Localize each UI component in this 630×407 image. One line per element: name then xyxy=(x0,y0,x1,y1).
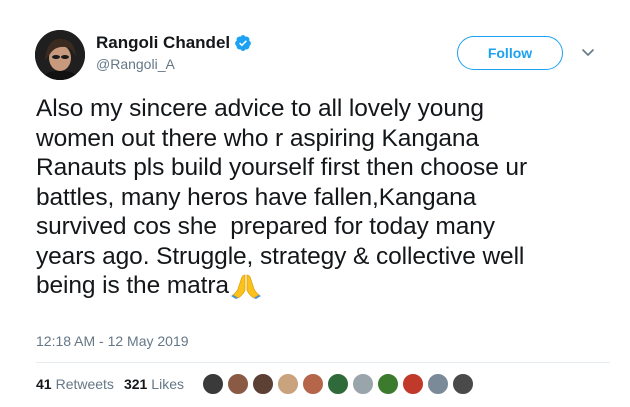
retweets-stat[interactable]: 41 Retweets xyxy=(36,376,114,392)
tweet-line: being is the matra xyxy=(36,272,229,299)
liker-avatar[interactable] xyxy=(202,373,224,395)
chevron-down-icon[interactable] xyxy=(580,44,596,60)
divider xyxy=(36,362,610,363)
liker-avatar[interactable] xyxy=(452,373,474,395)
verified-badge-icon xyxy=(234,34,252,52)
liker-avatar[interactable] xyxy=(302,373,324,395)
tweet-line: survived cos she prepared for today many xyxy=(36,213,495,240)
folded-hands-icon xyxy=(230,271,262,299)
liker-avatar[interactable] xyxy=(227,373,249,395)
liker-avatar[interactable] xyxy=(277,373,299,395)
retweets-label: Retweets xyxy=(55,376,114,392)
tweet-last-line: being is the matra xyxy=(36,271,616,301)
liker-avatars xyxy=(202,373,477,395)
liker-avatar[interactable] xyxy=(402,373,424,395)
tweet-line: Also my sincere advice to all lovely you… xyxy=(36,95,484,122)
retweets-count: 41 xyxy=(36,376,52,392)
tweet-stats: 41 Retweets 321 Likes xyxy=(36,376,194,392)
likes-count: 321 xyxy=(123,376,148,392)
liker-avatar[interactable] xyxy=(252,373,274,395)
tweet-line: years ago. Struggle, strategy & collecti… xyxy=(36,242,525,270)
liker-avatar[interactable] xyxy=(327,373,349,395)
tweet-text: Also my sincere advice to all lovely you… xyxy=(36,94,616,301)
author-handle[interactable]: @Rangoli_A xyxy=(96,56,175,72)
likes-label: Likes xyxy=(151,376,184,392)
liker-avatar[interactable] xyxy=(427,373,449,395)
tweet-line: Ranauts pls build yourself first then ch… xyxy=(36,154,528,181)
tweet-line: women out there who r aspiring Kangana xyxy=(36,124,479,152)
author-name[interactable]: Rangoli Chandel xyxy=(96,33,252,53)
liker-avatar[interactable] xyxy=(352,373,374,395)
follow-button[interactable]: Follow xyxy=(457,36,563,70)
author-avatar[interactable] xyxy=(35,30,85,80)
liker-avatar[interactable] xyxy=(377,373,399,395)
likes-stat[interactable]: 321 Likes xyxy=(124,376,184,392)
author-name-text[interactable]: Rangoli Chandel xyxy=(96,33,230,53)
tweet-timestamp[interactable]: 12:18 AM - 12 May 2019 xyxy=(36,333,189,349)
tweet-line: battles, many heros have fallen,Kangana xyxy=(36,183,477,211)
